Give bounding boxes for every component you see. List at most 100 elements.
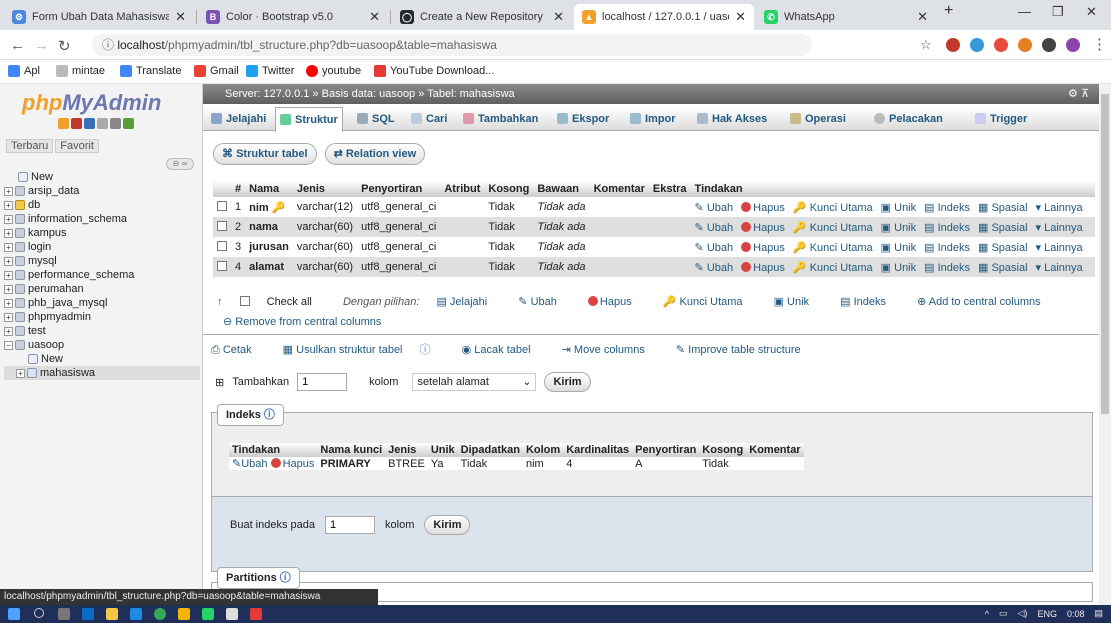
tree-item-db[interactable]: + db (4, 198, 200, 212)
drop-action[interactable]: Hapus (741, 261, 789, 274)
page-scrollbar[interactable] (1099, 84, 1111, 605)
puzzle-icon[interactable] (1042, 38, 1056, 52)
index-action[interactable]: ▤ Indeks (924, 222, 974, 234)
app-icon[interactable] (82, 608, 94, 620)
bookmark-item[interactable]: Twitter (246, 65, 294, 77)
expand-icon[interactable]: + (4, 256, 13, 266)
help-icon[interactable]: ⓘ (280, 572, 291, 584)
network-icon[interactable]: ▭ (999, 608, 1008, 619)
tree-item-db[interactable]: + test (4, 324, 200, 338)
info-icon[interactable]: ⓘ (102, 38, 117, 52)
bookmark-item[interactable]: Translate (120, 65, 181, 77)
edit-action[interactable]: ✎ Ubah (695, 242, 738, 254)
help-icon[interactable]: ⓘ (264, 409, 275, 421)
spatial-action[interactable]: ▦ Spasial (978, 262, 1032, 274)
index-drop-action[interactable]: Hapus (270, 458, 314, 470)
row-checkbox[interactable] (217, 260, 227, 271)
settings-gear-icon[interactable]: ⚙ ⊼ (1068, 84, 1089, 104)
tab-browse[interactable]: Jelajahi (211, 107, 266, 131)
tree-item-db[interactable]: + login (4, 240, 200, 254)
clock[interactable]: 0:08 (1067, 609, 1085, 619)
browser-tab-active[interactable]: ▲ localhost / 127.0.0.1 / uasoop ✕ (574, 4, 754, 30)
whatsapp-icon[interactable] (202, 608, 214, 620)
breadcrumb-text[interactable]: Server: 127.0.0.1 » Basis data: uasoop »… (225, 88, 515, 100)
tab-insert[interactable]: Tambahkan (463, 107, 538, 131)
notification-icon[interactable]: ▤ (1094, 608, 1103, 619)
move-columns-button[interactable]: ⇥ Move columns (562, 344, 659, 356)
app-icon[interactable] (226, 608, 238, 620)
close-icon[interactable]: ✕ (369, 9, 380, 25)
tab-import[interactable]: Impor (630, 107, 676, 131)
language-indicator[interactable]: ENG (1037, 609, 1057, 619)
expand-icon[interactable]: + (4, 242, 13, 252)
create-index-count[interactable] (325, 516, 376, 534)
tree-item-db[interactable]: + phpmyadmin (4, 310, 200, 324)
close-icon[interactable]: ✕ (917, 9, 928, 25)
unique-action[interactable]: ▣ Unik (881, 242, 920, 254)
check-all[interactable]: Check all (239, 296, 326, 308)
bookmark-item[interactable]: YouTube Download... (374, 65, 494, 77)
phpmyadmin-logo[interactable]: phpMyAdmin (22, 90, 161, 116)
expand-icon[interactable]: + (4, 284, 13, 294)
task-view-icon[interactable] (58, 608, 70, 620)
tree-item-db[interactable]: + arsip_data (4, 184, 200, 198)
collapse-all-icon[interactable]: ⊖ ∞ (166, 158, 194, 170)
expand-icon[interactable]: + (4, 228, 13, 238)
bulk-browse-button[interactable]: ▤ Jelajahi (436, 296, 501, 308)
docs-icon[interactable] (97, 118, 108, 129)
bulk-unique-button[interactable]: ▣ Unik (774, 296, 823, 308)
tab-export[interactable]: Ekspor (557, 107, 609, 131)
window-close-icon[interactable]: ✕ (1086, 4, 1097, 20)
bookmark-apps[interactable]: Apl (8, 65, 40, 77)
extension-icon[interactable] (1018, 38, 1032, 52)
primary-action[interactable]: 🔑 Kunci Utama (793, 242, 877, 254)
drop-action[interactable]: Hapus (741, 241, 789, 254)
tree-item-db[interactable]: + mysql (4, 254, 200, 268)
bookmark-item[interactable]: mintae (56, 65, 105, 77)
expand-icon[interactable]: + (4, 312, 13, 322)
propose-structure-button[interactable]: ▦ Usulkan struktur tabel ⓘ (283, 344, 445, 356)
expand-icon[interactable]: + (4, 298, 13, 308)
tab-search[interactable]: Cari (411, 107, 447, 131)
chrome-icon[interactable] (154, 608, 166, 620)
forward-icon[interactable]: → (34, 37, 49, 54)
star-icon[interactable]: ☆ (920, 37, 932, 53)
bulk-edit-button[interactable]: ✎ Ubah (518, 296, 571, 308)
url-input[interactable]: ⓘ localhost/phpmyadmin/tbl_structure.php… (92, 34, 812, 56)
tab-sql[interactable]: SQL (357, 107, 395, 131)
browser-tab[interactable]: ✆ WhatsApp ✕ (756, 4, 936, 30)
expand-icon[interactable]: + (4, 270, 13, 280)
help-icon[interactable] (84, 118, 95, 129)
edit-action[interactable]: ✎ Ubah (695, 202, 738, 214)
expand-icon[interactable]: + (4, 326, 13, 336)
primary-action[interactable]: 🔑 Kunci Utama (793, 222, 877, 234)
extension-icon[interactable] (946, 38, 960, 52)
check-all-checkbox[interactable] (239, 296, 250, 306)
index-action[interactable]: ▤ Indeks (924, 242, 974, 254)
remove-central-button[interactable]: ⊖ Remove from central columns (223, 315, 381, 328)
tab-privileges[interactable]: Hak Akses (697, 107, 767, 131)
profile-icon[interactable] (1066, 38, 1080, 52)
subtab-table-structure[interactable]: ⌘ Struktur tabel (213, 143, 317, 165)
close-icon[interactable]: ✕ (735, 9, 746, 25)
back-icon[interactable]: ← (10, 37, 25, 54)
close-icon[interactable]: ✕ (553, 9, 564, 25)
tree-item-db[interactable]: + phb_java_mysql (4, 296, 200, 310)
help-icon[interactable]: ⓘ (420, 344, 431, 356)
tab-tracking[interactable]: Pelacakan (874, 107, 943, 131)
browser-tab[interactable]: ⚙ Form Ubah Data Mahasiswa ✕ (4, 4, 194, 30)
improve-structure-button[interactable]: ✎ Improve table structure (676, 344, 815, 356)
expand-icon[interactable]: + (4, 186, 13, 196)
tree-item-db[interactable]: + performance_schema (4, 268, 200, 282)
more-action[interactable]: ▾ Lainnya (1036, 242, 1087, 254)
settings-icon[interactable] (110, 118, 121, 129)
scrollbar-thumb[interactable] (1101, 94, 1109, 414)
close-icon[interactable]: ✕ (175, 9, 186, 25)
menu-icon[interactable]: ⋮ (1092, 35, 1107, 53)
reload-nav-icon[interactable] (123, 118, 134, 129)
primary-action[interactable]: 🔑 Kunci Utama (793, 202, 877, 214)
home-icon[interactable] (58, 118, 69, 129)
restore-icon[interactable]: ❐ (1052, 4, 1064, 20)
more-action[interactable]: ▾ Lainnya (1036, 202, 1087, 214)
drop-action[interactable]: Hapus (741, 201, 789, 214)
